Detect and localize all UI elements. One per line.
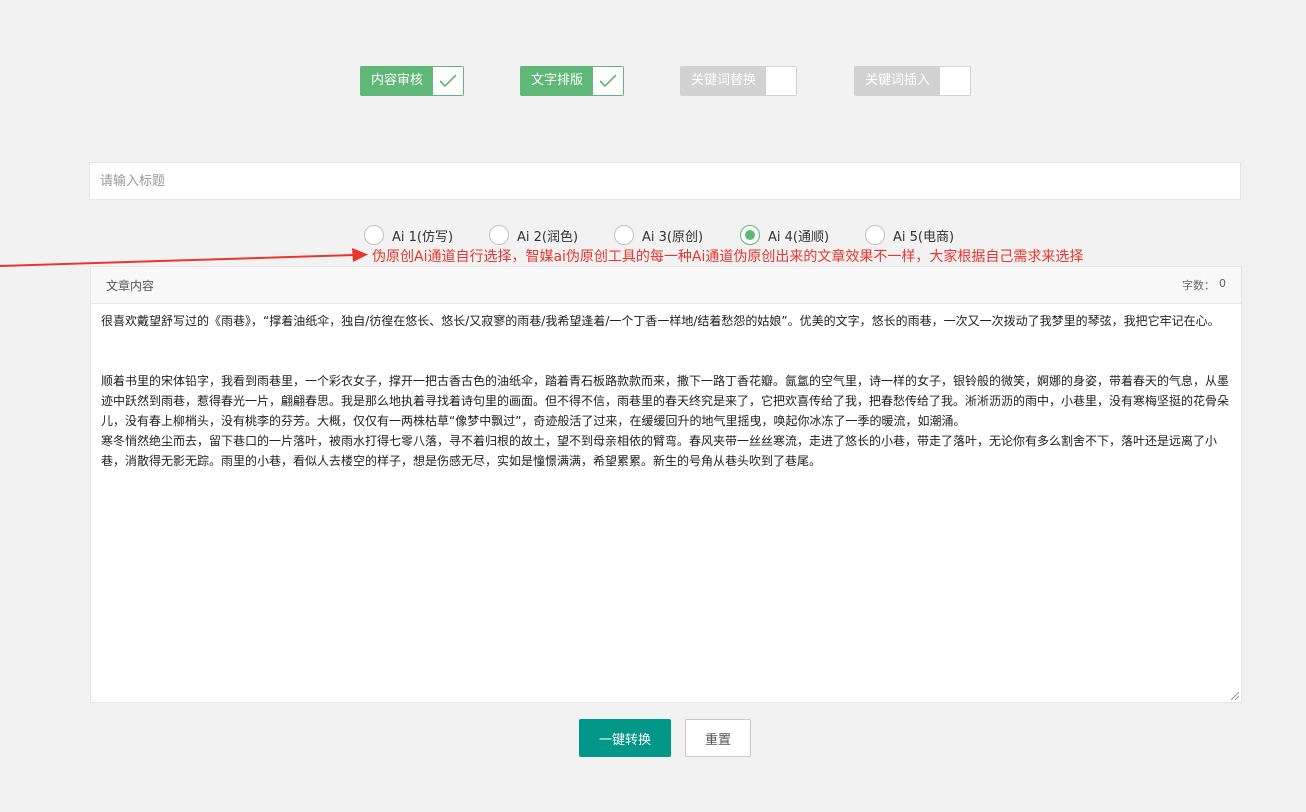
toggle-content-review[interactable]: 内容审核 (360, 66, 465, 96)
resize-handle-icon[interactable] (1231, 692, 1239, 700)
content-panel-header: 文章内容 字数： 0 (91, 267, 1241, 304)
toggle-keyword-insert-label: 关键词插入 (855, 67, 941, 95)
toggle-text-layout-label: 文字排版 (521, 67, 594, 95)
word-count-label: 字数： (1182, 279, 1215, 292)
content-paragraph: 很喜欢戴望舒写过的《雨巷》，“撑着油纸伞，独自/彷徨在悠长、悠长/又寂寥的雨巷/… (101, 314, 1220, 328)
content-paragraph: 寒冬悄然绝尘而去，留下巷口的一片落叶，被雨水打得七零八落，寻不着归根的故土，望不… (101, 434, 1218, 468)
content-panel-title: 文章内容 (106, 278, 155, 293)
reset-button[interactable]: 重置 (685, 719, 751, 757)
radio-ai5[interactable]: Ai 5(电商) (865, 224, 954, 246)
radio-ai1[interactable]: Ai 1(仿写) (364, 224, 453, 246)
content-panel: 文章内容 字数： 0 很喜欢戴望舒写过的《雨巷》，“撑着油纸伞，独自/彷徨在悠长… (90, 266, 1242, 703)
toggle-empty-box (940, 67, 971, 95)
content-textarea[interactable]: 很喜欢戴望舒写过的《雨巷》，“撑着油纸伞，独自/彷徨在悠长、悠长/又寂寥的雨巷/… (91, 305, 1241, 702)
word-count-value: 0 (1219, 277, 1226, 290)
radio-circle[interactable] (614, 225, 634, 245)
radio-circle-checked[interactable] (740, 225, 760, 245)
radio-ai3-label: Ai 3(原创) (642, 229, 704, 245)
title-input[interactable] (89, 162, 1241, 200)
content-paragraph: 顺着书里的宋体铅字，我看到雨巷里，一个彩衣女子，撑开一把古香古色的油纸伞，踏着青… (101, 374, 1230, 428)
radio-circle[interactable] (364, 225, 384, 245)
toggle-content-review-label: 内容审核 (361, 67, 434, 95)
radio-ai5-label: Ai 5(电商) (893, 229, 955, 245)
toggle-keyword-replace[interactable]: 关键词替换 (680, 66, 798, 96)
convert-button[interactable]: 一键转换 (579, 719, 671, 757)
check-icon (433, 67, 464, 95)
toggle-keyword-insert[interactable]: 关键词插入 (854, 66, 972, 96)
radio-ai3[interactable]: Ai 3(原创) (614, 224, 703, 246)
check-icon (593, 67, 624, 95)
radio-ai2[interactable]: Ai 2(润色) (489, 224, 578, 246)
radio-ai4[interactable]: Ai 4(通顺) (740, 224, 829, 246)
radio-circle[interactable] (865, 225, 885, 245)
annotation-text: 伪原创Ai通道自行选择，智媒ai伪原创工具的每一种Ai通道伪原创出来的文章效果不… (372, 249, 1084, 265)
radio-ai1-label: Ai 1(仿写) (392, 229, 454, 245)
radio-ai2-label: Ai 2(润色) (517, 229, 579, 245)
radio-ai4-label: Ai 4(通顺) (768, 229, 830, 245)
toggle-keyword-replace-label: 关键词替换 (681, 67, 767, 95)
toggle-text-layout[interactable]: 文字排版 (520, 66, 625, 96)
toggle-empty-box (766, 67, 797, 95)
word-count: 字数： 0 (1182, 277, 1226, 293)
radio-circle[interactable] (489, 225, 509, 245)
